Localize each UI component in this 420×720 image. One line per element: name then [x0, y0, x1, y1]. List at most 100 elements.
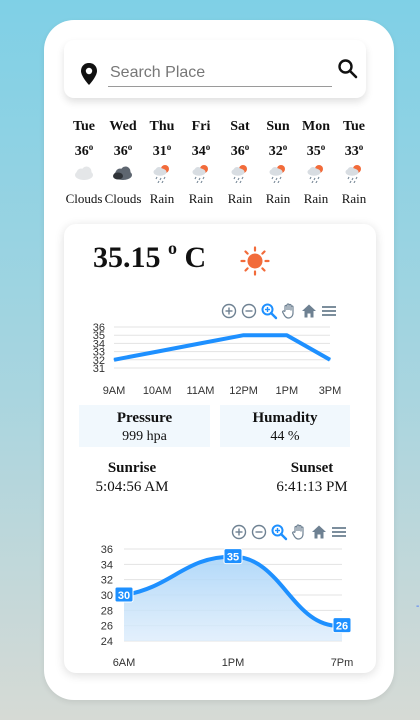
rain-icon — [143, 157, 181, 189]
rain-shape — [192, 165, 208, 183]
degree-symbol: o — [166, 142, 172, 152]
sunrise-value: 5:04:56 AM — [95, 479, 169, 495]
forecast-day: Sat 36o Rain — [221, 117, 259, 209]
forecast-day: Sun 32o Rain — [259, 117, 297, 209]
rain-icon — [221, 157, 259, 189]
degree-symbol: o — [205, 142, 211, 152]
x-tick-label: 12PM — [229, 385, 258, 397]
chart2-toolbar — [230, 523, 348, 541]
y-tick-label: 32 — [101, 575, 113, 587]
forecast-temp-value: 36 — [113, 144, 128, 159]
location-pin-icon[interactable] — [80, 63, 98, 85]
forecast-day-temp: 34o — [182, 137, 220, 159]
forecast-temp-value: 33 — [344, 144, 359, 159]
series-line — [113, 333, 331, 362]
forecast-temp-value: 35 — [306, 144, 321, 159]
x-tick-label: 10AM — [143, 385, 172, 397]
stray-mark: - — [416, 601, 420, 612]
x-tick-label: 1PM — [222, 657, 245, 669]
forecast-day-desc: Rain — [149, 191, 175, 206]
rain-icon — [335, 157, 373, 189]
temp-unit: C — [184, 241, 207, 274]
pan-hand-icon[interactable] — [290, 523, 308, 541]
daily-temperature-area-chart: 24 26 28 30 32 34 36 6AM 1PM 7Pm 30 35 26 — [101, 544, 354, 669]
forecast-day: Thu 31o Rain — [143, 117, 181, 209]
humidity-stat: Humadity 44 % — [220, 405, 350, 447]
forecast-day-desc: Rain — [303, 191, 329, 206]
forecast-day: Mon 35o Rain — [297, 117, 335, 209]
sunrise-label: Sunrise — [107, 460, 157, 476]
forecast-day-name: Sat — [230, 119, 250, 134]
forecast-day-name: Sun — [266, 119, 290, 134]
data-point — [113, 359, 115, 361]
sun-icon — [240, 246, 270, 276]
sunset-value: 6:41:13 PM — [276, 479, 348, 495]
rain-shape — [231, 165, 247, 183]
pressure-stat: Pressure 999 hpa — [79, 405, 210, 447]
data-point — [329, 359, 331, 361]
zoom-out-icon[interactable] — [250, 523, 268, 541]
forecast-day-temp: 31o — [143, 137, 181, 159]
cloud-shape — [113, 166, 132, 180]
sunset-label: Sunset — [290, 460, 334, 476]
forecast-day-name: Wed — [109, 119, 137, 134]
forecast-day-desc: Rain — [341, 191, 367, 206]
data-label: 35 — [223, 548, 243, 565]
zoom-select-icon[interactable] — [270, 523, 288, 541]
forecast-day-desc: Rain — [188, 191, 214, 206]
forecast-day-desc: Clouds — [104, 191, 142, 206]
rain-shape — [153, 165, 169, 183]
sunrise-block: Sunrise 5:04:56 AM — [86, 459, 178, 497]
data-label-text: 26 — [336, 621, 348, 633]
rain-icon — [297, 157, 335, 189]
degree-symbol: o — [127, 142, 133, 152]
forecast-temp-value: 36 — [230, 144, 245, 159]
y-tick-label: 30 — [101, 590, 113, 602]
forecast-day-desc: Clouds — [65, 191, 103, 206]
degree-symbol: o — [282, 142, 288, 152]
degree-symbol: o — [320, 142, 326, 152]
rain-shape — [345, 165, 361, 183]
data-point — [243, 334, 245, 336]
y-tick-label: 36 — [101, 544, 113, 556]
pressure-value: 999 hpa — [122, 429, 167, 444]
forecast-day: Tue 33o Rain — [335, 117, 373, 209]
forecast-day-temp: 32o — [259, 137, 297, 159]
humidity-label: Humadity — [252, 410, 318, 426]
forecast-temp-value: 31 — [152, 144, 167, 159]
forecast-day-temp: 36o — [104, 137, 142, 159]
forecast-day-name: Fri — [191, 119, 211, 134]
forecast-day-desc: Rain — [227, 191, 253, 206]
current-temp-value: 35.15 — [93, 241, 161, 274]
menu-icon[interactable] — [330, 523, 348, 541]
forecast-strip: Tue 36o Clouds Wed 36o Clouds Thu 31o Ra… — [65, 117, 377, 227]
search-input[interactable] — [108, 60, 332, 87]
forecast-day-temp: 36o — [65, 137, 103, 159]
x-tick-label: 7Pm — [331, 657, 354, 669]
degree-symbol: o — [244, 142, 250, 152]
degree-symbol: o — [168, 238, 177, 258]
home-reset-icon[interactable] — [310, 523, 328, 541]
data-point — [199, 342, 201, 344]
forecast-day-name: Thu — [149, 119, 175, 134]
y-tick-label: 24 — [101, 636, 113, 648]
forecast-day-temp: 35o — [297, 137, 335, 159]
sunset-block: Sunset 6:41:13 PM — [268, 459, 356, 497]
clouds-icon — [104, 157, 142, 189]
x-tick-label: 6AM — [113, 657, 136, 669]
zoom-in-icon[interactable] — [230, 523, 248, 541]
y-tick-label: 36 — [93, 322, 105, 334]
clouds-icon — [65, 157, 103, 189]
data-label-text: 30 — [118, 590, 130, 602]
y-tick-label: 28 — [101, 605, 113, 617]
forecast-temp-value: 34 — [191, 144, 206, 159]
search-icon[interactable] — [336, 57, 360, 81]
rain-shape — [269, 165, 285, 183]
x-tick-label: 11AM — [186, 385, 214, 397]
y-tick-label: 26 — [101, 621, 113, 633]
hourly-temperature-line-chart: 3132333435369AM 10AM 11AM 12PM 1PM 3PM — [93, 322, 342, 397]
series-area — [124, 556, 342, 641]
data-label: 30 — [114, 586, 134, 603]
forecast-day: Wed 36o Clouds — [104, 117, 142, 209]
cloud-shape — [75, 166, 93, 180]
